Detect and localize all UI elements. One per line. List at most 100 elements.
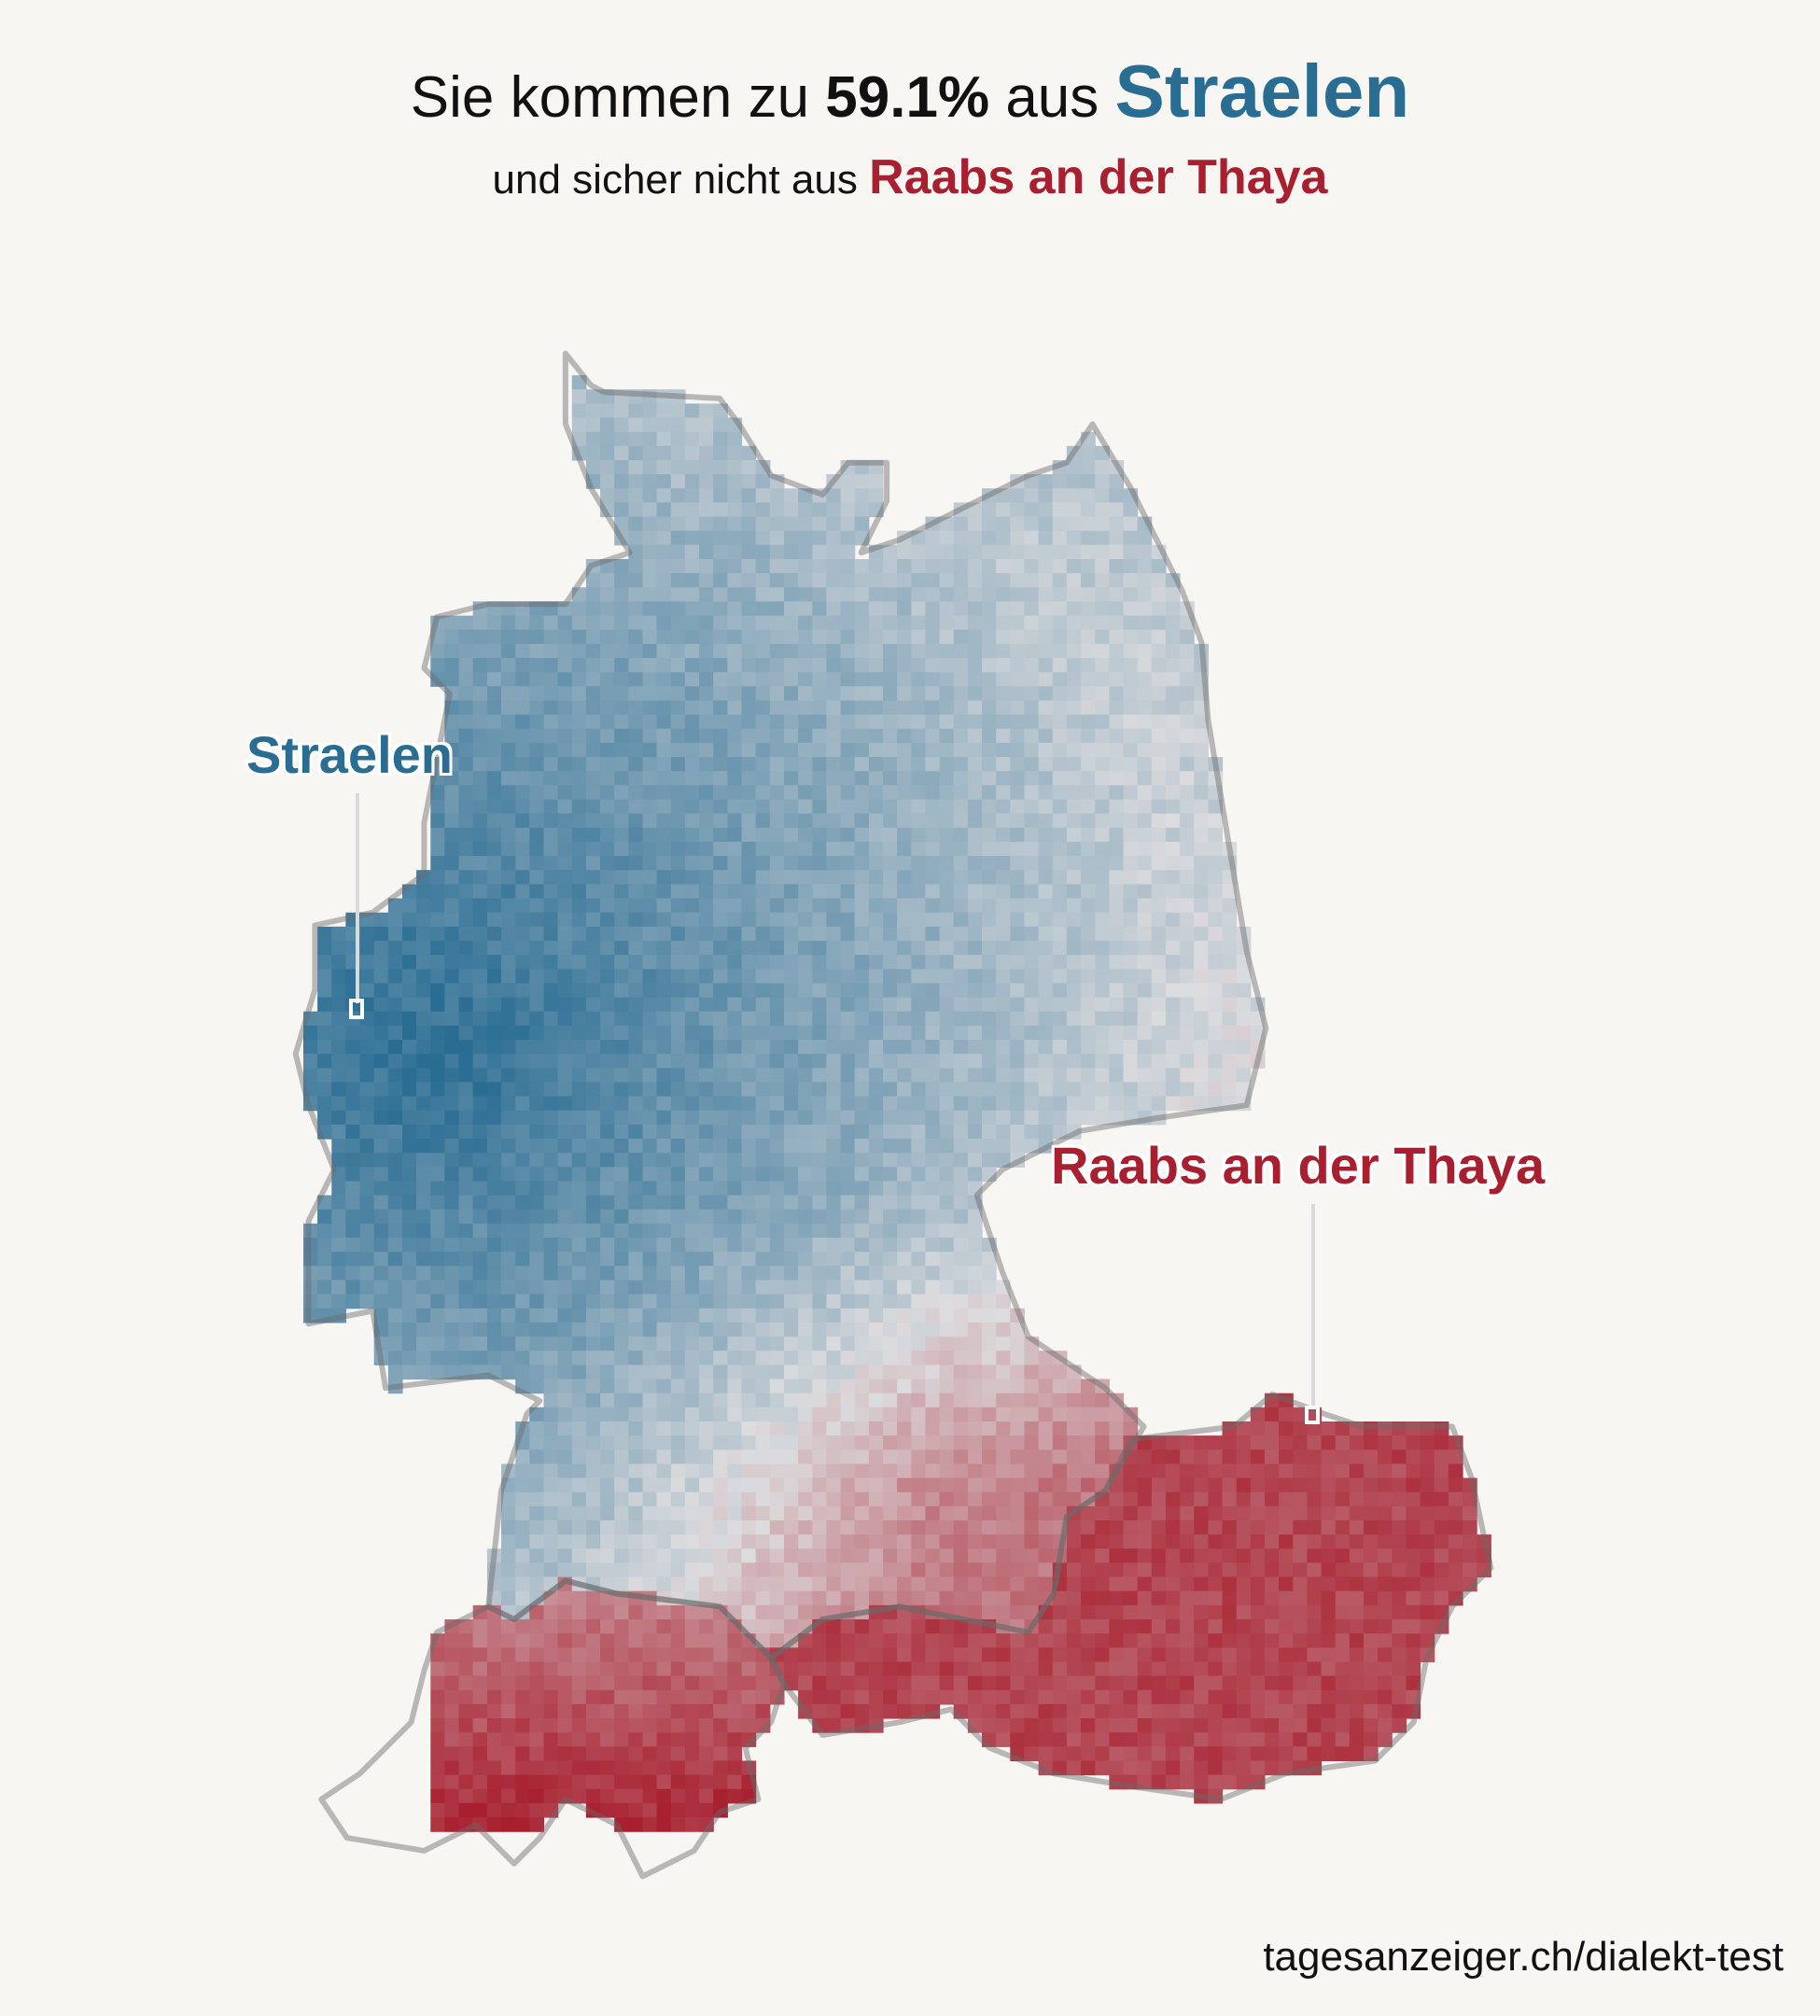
map-cell <box>1052 827 1068 843</box>
map-cell <box>684 870 700 885</box>
map-cell <box>1279 1407 1294 1422</box>
map-cell <box>1420 1548 1435 1563</box>
map-cell <box>1066 757 1082 772</box>
map-cell <box>699 827 714 843</box>
map-cell <box>854 1421 870 1436</box>
map-cell <box>925 799 941 815</box>
map-cell <box>982 1590 997 1606</box>
map-cell <box>628 700 644 716</box>
map-cell <box>1250 1435 1266 1450</box>
map-cell <box>982 1562 997 1578</box>
map-cell <box>953 1689 969 1705</box>
map-cell <box>317 1068 332 1083</box>
map-cell <box>571 1435 587 1450</box>
map-cell <box>458 629 474 645</box>
map-cell <box>812 1308 827 1323</box>
map-cell <box>472 1082 488 1098</box>
map-cell <box>1038 1365 1054 1380</box>
map-cell <box>939 1238 955 1253</box>
map-cell <box>812 771 827 786</box>
map-cell <box>755 728 771 744</box>
map-cell <box>812 516 827 532</box>
map-cell <box>967 1421 983 1436</box>
map-cell <box>727 1534 743 1549</box>
map-cell <box>529 1633 544 1648</box>
map-cell <box>458 841 474 857</box>
map-cell <box>883 1181 898 1197</box>
map-cell <box>939 1068 955 1083</box>
map-cell <box>713 1379 728 1394</box>
map-cell <box>571 629 587 645</box>
map-cell <box>1038 1040 1054 1055</box>
map-cell <box>557 1548 573 1563</box>
map-cell <box>982 1054 997 1069</box>
map-cell <box>713 1068 728 1083</box>
map-cell <box>741 714 757 730</box>
map-cell <box>883 1167 898 1182</box>
map-cell <box>684 785 700 800</box>
map-cell <box>982 1604 997 1620</box>
map-cell <box>571 1223 587 1239</box>
map-cell <box>812 1167 827 1182</box>
map-cell <box>897 1675 912 1691</box>
map-cell <box>1180 827 1195 843</box>
map-cell <box>883 1675 898 1691</box>
map-cell <box>1081 672 1096 687</box>
map-cell <box>826 1280 842 1295</box>
map-cell <box>868 997 884 1013</box>
map-cell <box>826 1421 842 1436</box>
map-cell <box>953 1110 969 1126</box>
map-cell <box>1024 1011 1040 1027</box>
map-cell <box>642 1421 658 1436</box>
map-cell <box>1137 629 1153 645</box>
map-cell <box>345 1209 361 1225</box>
map-cell <box>600 1110 615 1126</box>
map-cell <box>1165 1040 1181 1055</box>
map-cell <box>1349 1562 1365 1578</box>
map-cell <box>1081 1421 1096 1436</box>
map-cell <box>1095 799 1110 815</box>
map-cell <box>543 1040 559 1055</box>
map-cell <box>925 1435 941 1450</box>
map-cell <box>600 686 615 701</box>
map-cell <box>317 1209 332 1225</box>
map-cell <box>444 1153 460 1168</box>
map-cell <box>1010 502 1025 518</box>
map-cell <box>543 1337 559 1351</box>
map-cell <box>585 1477 601 1493</box>
map-cell <box>1208 969 1224 984</box>
map-cell <box>642 1661 658 1677</box>
map-cell <box>996 1294 1011 1309</box>
map-cell <box>1095 1562 1110 1578</box>
map-cell <box>486 912 502 928</box>
map-cell <box>812 1223 827 1239</box>
map-cell <box>755 1619 771 1634</box>
map-cell <box>684 1407 700 1422</box>
map-cell <box>614 1604 629 1620</box>
map-cell <box>628 1266 644 1281</box>
map-cell <box>1293 1534 1308 1549</box>
map-cell <box>741 643 757 659</box>
map-cell <box>868 658 884 673</box>
map-cell <box>826 1195 842 1211</box>
map-cell <box>840 771 856 786</box>
map-cell <box>628 884 644 900</box>
map-cell <box>699 1195 714 1211</box>
map-cell <box>755 502 771 518</box>
map-cell <box>656 955 672 970</box>
map-cell <box>600 1477 615 1493</box>
map-cell <box>1194 771 1209 786</box>
map-cell <box>911 1463 926 1479</box>
map-cell <box>1151 757 1167 772</box>
map-cell <box>741 1379 757 1394</box>
map-cell <box>670 1548 686 1563</box>
map-cell <box>359 1266 375 1281</box>
map-cell <box>515 1576 530 1592</box>
map-cell <box>684 686 700 701</box>
map-cell <box>727 1068 743 1083</box>
map-cell <box>1038 728 1054 744</box>
map-cell <box>1406 1435 1421 1450</box>
map-cell <box>982 587 997 602</box>
map-cell <box>699 431 714 447</box>
map-cell <box>557 1435 573 1450</box>
